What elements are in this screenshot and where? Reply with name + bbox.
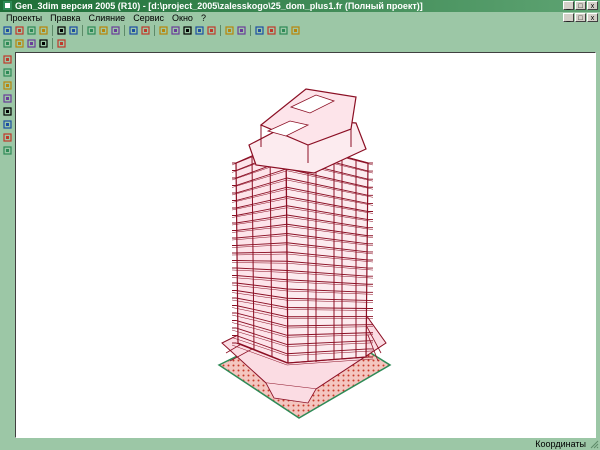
grid-icon[interactable] bbox=[254, 25, 265, 36]
app-icon[interactable] bbox=[3, 1, 12, 10]
tool-f-icon[interactable] bbox=[2, 119, 12, 129]
toolbar-separator bbox=[52, 25, 53, 36]
tool-b-icon[interactable] bbox=[2, 67, 12, 77]
dropdown-icon[interactable] bbox=[140, 25, 151, 36]
tool-d-icon[interactable] bbox=[2, 93, 12, 103]
minimize-button[interactable]: _ bbox=[563, 1, 574, 10]
print-icon[interactable] bbox=[56, 25, 67, 36]
check-icon[interactable] bbox=[170, 25, 181, 36]
toolbar-separator bbox=[124, 25, 125, 36]
node-icon[interactable] bbox=[194, 25, 205, 36]
menu-edit[interactable]: Правка bbox=[46, 12, 84, 24]
new-icon[interactable] bbox=[2, 25, 13, 36]
menu-bar: Проекты Правка Слияние Сервис Окно ? bbox=[0, 12, 600, 24]
window-title: Gen_3dim версия 2005 (R10) - [d:\project… bbox=[15, 1, 423, 11]
layers-icon[interactable] bbox=[206, 25, 217, 36]
building-model bbox=[217, 88, 392, 419]
zoom-fit-icon[interactable] bbox=[110, 25, 121, 36]
view-toolbar bbox=[0, 37, 600, 50]
title-bar: Gen_3dim версия 2005 (R10) - [d:\project… bbox=[0, 0, 600, 12]
maximize-button[interactable]: □ bbox=[575, 1, 586, 10]
zoom-out-icon[interactable] bbox=[98, 25, 109, 36]
select-icon[interactable] bbox=[128, 25, 139, 36]
document-controls: _ □ x bbox=[563, 13, 598, 22]
toolbar-separator bbox=[82, 25, 83, 36]
open-icon[interactable] bbox=[14, 25, 25, 36]
tool-c-icon[interactable] bbox=[2, 80, 12, 90]
doc-restore-button[interactable]: □ bbox=[575, 13, 586, 22]
paint-icon[interactable] bbox=[290, 25, 301, 36]
view3-icon[interactable] bbox=[26, 38, 37, 49]
tool-g-icon[interactable] bbox=[2, 132, 12, 142]
view2-icon[interactable] bbox=[14, 38, 25, 49]
model-viewport[interactable] bbox=[15, 52, 596, 438]
window-controls: _ □ x bbox=[563, 1, 598, 10]
resize-grip-icon[interactable] bbox=[589, 439, 599, 449]
menu-merge[interactable]: Слияние bbox=[85, 12, 130, 24]
toolbar-separator bbox=[250, 25, 251, 36]
delete-icon[interactable] bbox=[38, 25, 49, 36]
mirror-icon[interactable] bbox=[236, 25, 247, 36]
cube-icon[interactable] bbox=[158, 25, 169, 36]
view1-icon[interactable] bbox=[2, 38, 13, 49]
tool-a-icon[interactable] bbox=[2, 54, 12, 64]
doc-close-button[interactable]: x bbox=[587, 13, 598, 22]
status-bar: Координаты bbox=[0, 438, 600, 450]
table-icon[interactable] bbox=[266, 25, 277, 36]
menu-service[interactable]: Сервис bbox=[129, 12, 168, 24]
preview-icon[interactable] bbox=[68, 25, 79, 36]
tool-e-icon[interactable] bbox=[2, 106, 12, 116]
ruler-icon[interactable] bbox=[278, 25, 289, 36]
status-coordinates: Координаты bbox=[535, 439, 586, 449]
save-icon[interactable] bbox=[26, 25, 37, 36]
toolbar-separator bbox=[220, 25, 221, 36]
tag-icon[interactable] bbox=[56, 38, 67, 49]
toolbar-separator bbox=[154, 25, 155, 36]
left-toolbar bbox=[0, 52, 14, 434]
menu-projects[interactable]: Проекты bbox=[2, 12, 46, 24]
menu-help[interactable]: ? bbox=[197, 12, 210, 24]
doc-minimize-button[interactable]: _ bbox=[563, 13, 574, 22]
arrow-icon[interactable] bbox=[224, 25, 235, 36]
close-button[interactable]: x bbox=[587, 1, 598, 10]
view4-icon[interactable] bbox=[38, 38, 49, 49]
main-toolbar bbox=[0, 24, 600, 37]
check-dropdown-icon[interactable] bbox=[182, 25, 193, 36]
menu-window[interactable]: Окно bbox=[168, 12, 197, 24]
toolbar-separator bbox=[52, 38, 53, 49]
zoom-in-icon[interactable] bbox=[86, 25, 97, 36]
tool-h-icon[interactable] bbox=[2, 145, 12, 155]
